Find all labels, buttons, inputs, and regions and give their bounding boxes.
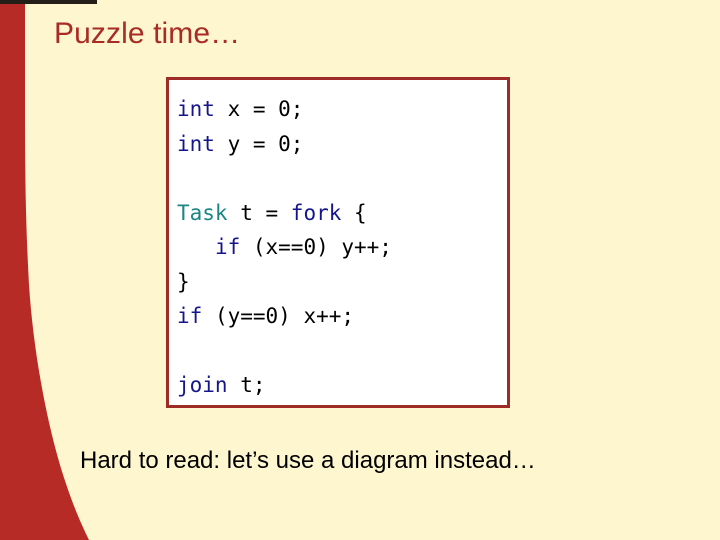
code-token: join xyxy=(177,373,228,397)
code-snippet: int x = 0; int y = 0; Task t = fork { if… xyxy=(177,92,392,403)
caption-text: Hard to read: let’s use a diagram instea… xyxy=(80,447,536,474)
code-token: (x==0) y++; xyxy=(240,235,392,259)
code-token: fork xyxy=(290,200,342,225)
slide-canvas: Puzzle time… int x = 0; int y = 0; Task … xyxy=(0,0,720,540)
code-token: x = 0; xyxy=(214,97,304,121)
code-token: if xyxy=(214,235,241,259)
code-token: t; xyxy=(227,373,266,397)
code-token: int xyxy=(177,131,215,156)
code-token: { xyxy=(341,200,367,225)
code-token: y = 0; xyxy=(214,131,304,156)
code-token: if xyxy=(177,304,203,328)
code-token: t = xyxy=(227,200,291,225)
code-token: int xyxy=(177,97,215,121)
top-rule-divider xyxy=(0,0,97,4)
code-token: } xyxy=(177,269,190,294)
left-red-curve-path xyxy=(0,0,89,540)
code-token: Task xyxy=(177,200,228,225)
page-title: Puzzle time… xyxy=(54,17,241,50)
code-card: int x = 0; int y = 0; Task t = fork { if… xyxy=(166,77,510,408)
code-token: (y==0) x++; xyxy=(202,304,355,328)
